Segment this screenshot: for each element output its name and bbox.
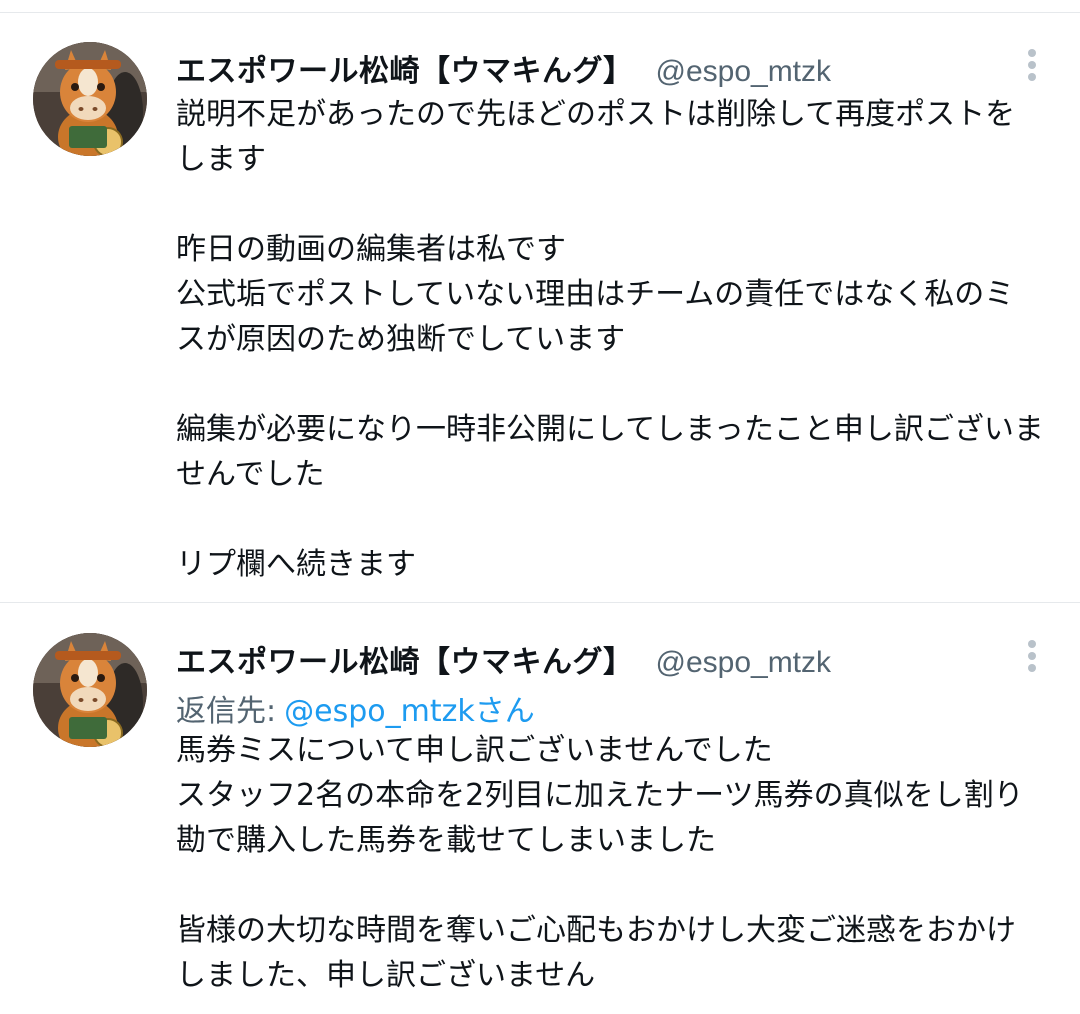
horse-mascot-avatar-icon [33, 633, 147, 747]
more-vertical-icon[interactable] [1020, 638, 1044, 674]
user-handle[interactable]: @espo_mtzk [656, 646, 832, 680]
reply-to: 返信先: @espo_mtzkさん [176, 686, 535, 730]
post-header: エスポワール松崎【ウマキんグ】 @espo_mtzk [176, 637, 832, 680]
post-header: エスポワール松崎【ウマキんグ】 @espo_mtzk [176, 46, 832, 89]
reply-to-mention[interactable]: @espo_mtzkさん [284, 694, 535, 729]
reply-to-label: 返信先: [176, 694, 277, 729]
post[interactable]: エスポワール松崎【ウマキんグ】 @espo_mtzk 説明不足があったので先ほど… [0, 13, 1080, 603]
post-text: 説明不足があったので先ほどのポストは削除して再度ポストをします 昨日の動画の編集… [176, 97, 1044, 582]
user-handle[interactable]: @espo_mtzk [656, 55, 832, 89]
horse-mascot-avatar-icon [33, 42, 147, 156]
post[interactable]: エスポワール松崎【ウマキんグ】 @espo_mtzk 返信先: @espo_mtz… [0, 604, 1080, 1014]
display-name[interactable]: エスポワール松崎【ウマキんグ】 [176, 637, 634, 681]
post-text: 馬券ミスについて申し訳ございませんでした スタッフ2名の本命を2列目に加えたナー… [176, 733, 1024, 993]
display-name[interactable]: エスポワール松崎【ウマキんグ】 [176, 46, 634, 90]
avatar[interactable] [33, 633, 147, 747]
more-vertical-icon[interactable] [1020, 47, 1044, 83]
avatar[interactable] [33, 42, 147, 156]
